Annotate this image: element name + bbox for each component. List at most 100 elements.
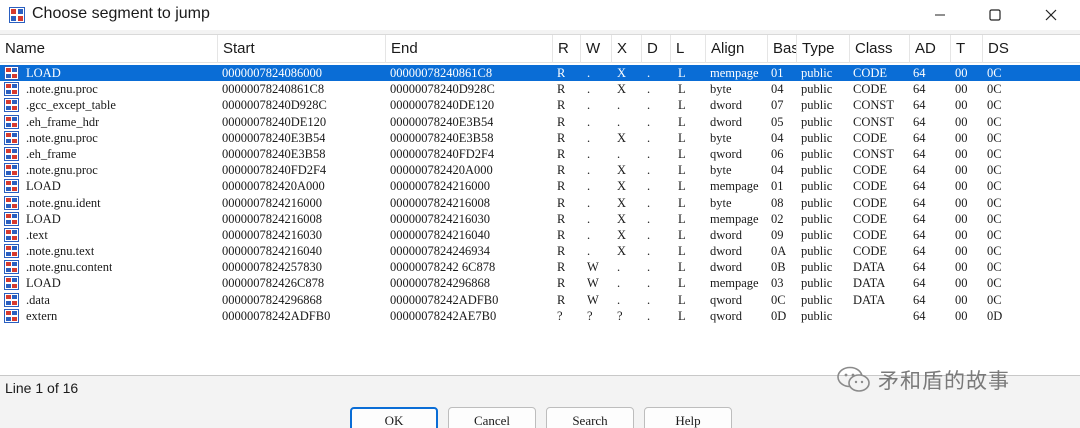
cell-x: . [617, 146, 621, 161]
segment-row[interactable]: .data 0000007824296868 00000078242ADFB0 R W.… [0, 292, 1080, 308]
cell-align: dword [710, 227, 742, 242]
cell-type: public [801, 163, 833, 178]
help-button[interactable]: Help [644, 407, 732, 428]
cell-w: . [587, 66, 591, 80]
cell-l: L [678, 163, 686, 178]
col-header-ad[interactable]: AD [910, 35, 951, 63]
cell-ds: 0C [987, 292, 1002, 307]
cell-r: R [557, 195, 566, 210]
cell-d: . [647, 98, 651, 113]
segment-icon [4, 244, 19, 259]
segment-row[interactable]: .note.gnu.proc 00000078240861C8 0000007824… [0, 81, 1080, 97]
segment-app-icon [9, 7, 25, 23]
segment-icon [4, 130, 19, 145]
col-header-t[interactable]: T [951, 35, 983, 63]
col-header-x[interactable]: X [612, 35, 642, 63]
cell-base: 04 [771, 130, 784, 145]
close-button[interactable] [1028, 0, 1074, 30]
segment-list[interactable]: Name Start End R W X D L Align Bas Type … [0, 34, 1080, 376]
cell-d: . [647, 163, 651, 178]
cell-l: L [678, 211, 686, 226]
cell-align: mempage [710, 66, 759, 80]
cell-name: .note.gnu.ident [26, 195, 101, 210]
search-button[interactable]: Search [546, 407, 634, 428]
segment-row[interactable]: .note.gnu.ident 0000007824216000 000000782… [0, 195, 1080, 211]
minimize-button[interactable] [917, 0, 963, 30]
cell-base: 03 [771, 276, 784, 291]
segment-row[interactable]: .note.gnu.text 0000007824216040 0000007824… [0, 243, 1080, 259]
col-header-name[interactable]: Name [0, 35, 218, 63]
cell-t: 00 [955, 66, 968, 80]
segment-row[interactable]: LOAD 000000782420A000 0000007824216000 R. X.… [0, 178, 1080, 194]
ok-button[interactable]: OK [350, 407, 438, 428]
cell-ds: 0C [987, 227, 1002, 242]
cell-class: CODE [853, 179, 888, 194]
cell-base: 05 [771, 114, 784, 129]
cell-align: dword [710, 114, 742, 129]
cell-base: 04 [771, 82, 784, 97]
cell-align: mempage [710, 276, 759, 291]
segment-row[interactable]: .note.gnu.content 0000007824257830 0000007… [0, 259, 1080, 275]
cell-end: 00000078242 6C878 [390, 260, 496, 275]
cell-start: 00000078240DE120 [222, 114, 327, 129]
cell-r: R [557, 227, 566, 242]
segment-row[interactable]: .text 0000007824216030 0000007824216040 R. X… [0, 227, 1080, 243]
segment-row[interactable]: .note.gnu.proc 00000078240FD2F4 0000007824… [0, 162, 1080, 178]
cell-name: .text [26, 227, 48, 242]
col-header-r[interactable]: R [553, 35, 581, 63]
col-header-class[interactable]: Class [850, 35, 910, 63]
segment-row[interactable]: .eh_frame_hdr 00000078240DE120 00000078240… [0, 114, 1080, 130]
cell-class: CODE [853, 163, 888, 178]
segment-row[interactable]: LOAD 0000007824086000 00000078240861C8 R. X.… [0, 65, 1080, 82]
cell-align: byte [710, 130, 732, 145]
cell-ad: 64 [913, 227, 926, 242]
col-header-ds[interactable]: DS [983, 35, 1080, 63]
col-header-end[interactable]: End [386, 35, 553, 63]
cell-r: R [557, 130, 566, 145]
cell-w: . [587, 98, 591, 113]
col-header-base[interactable]: Bas [768, 35, 797, 63]
cell-w: W [587, 260, 599, 275]
cell-start: 0000007824216030 [222, 227, 322, 242]
cell-base: 01 [771, 66, 784, 80]
segment-row[interactable]: extern 00000078242ADFB0 00000078242AE7B0??… [0, 308, 1080, 324]
cell-base: 01 [771, 179, 784, 194]
cell-end: 00000078242AE7B0 [390, 308, 497, 323]
col-header-w[interactable]: W [581, 35, 612, 63]
col-header-d[interactable]: D [642, 35, 671, 63]
cell-name: .data [26, 292, 50, 307]
cell-class: DATA [853, 292, 886, 307]
col-header-start[interactable]: Start [218, 35, 386, 63]
segment-row[interactable]: LOAD 000000782426C878 0000007824296868 R W..… [0, 275, 1080, 291]
minimize-icon [935, 14, 945, 16]
cell-ad: 64 [913, 98, 926, 113]
cell-ad: 64 [913, 179, 926, 194]
cell-name: LOAD [26, 179, 61, 194]
cell-ds: 0C [987, 98, 1002, 113]
cell-w: . [587, 130, 591, 145]
segment-row[interactable]: .eh_frame 00000078240E3B58 00000078240FD2F… [0, 146, 1080, 162]
col-header-align[interactable]: Align [706, 35, 768, 63]
cell-name: .note.gnu.content [26, 260, 113, 275]
segment-icon [4, 66, 19, 80]
cell-ad: 64 [913, 244, 926, 259]
cell-start: 0000007824257830 [222, 260, 322, 275]
cancel-button[interactable]: Cancel [448, 407, 536, 428]
cell-ad: 64 [913, 130, 926, 145]
cell-l: L [678, 227, 686, 242]
segment-row[interactable]: .gcc_except_table 00000078240D928C 0000007… [0, 97, 1080, 113]
segment-row[interactable]: .note.gnu.proc 00000078240E3B54 0000007824… [0, 130, 1080, 146]
col-header-type[interactable]: Type [797, 35, 850, 63]
maximize-button[interactable] [972, 0, 1018, 30]
cell-l: L [678, 179, 686, 194]
cell-start: 000000782420A000 [222, 179, 325, 194]
cell-w: . [587, 244, 591, 259]
cell-r: R [557, 244, 566, 259]
cell-t: 00 [955, 195, 968, 210]
col-header-l[interactable]: L [671, 35, 706, 63]
cell-t: 00 [955, 163, 968, 178]
cell-ds: 0D [987, 308, 1003, 323]
cell-ds: 0C [987, 179, 1002, 194]
cell-x: . [617, 260, 621, 275]
segment-row[interactable]: LOAD 0000007824216008 0000007824216030 R. X.… [0, 211, 1080, 227]
